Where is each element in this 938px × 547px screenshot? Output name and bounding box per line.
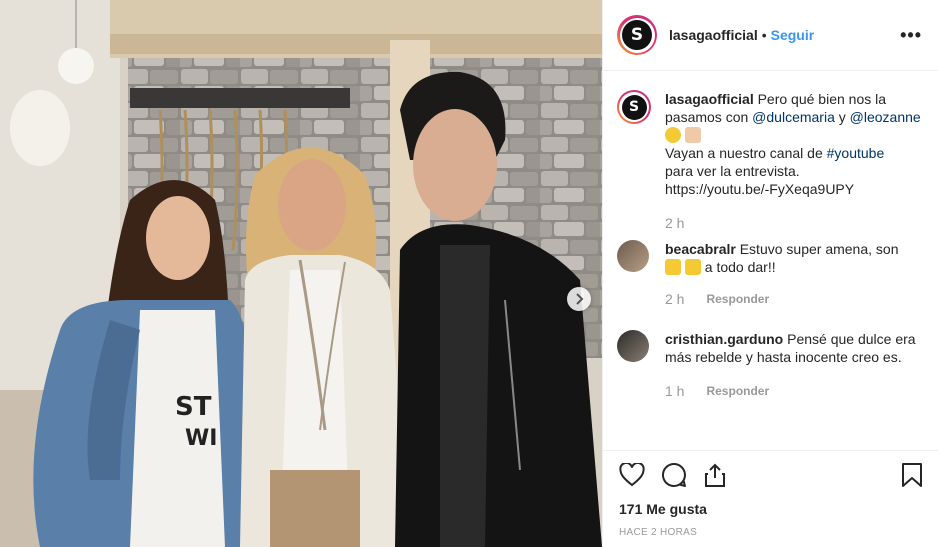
share-icon[interactable]: [703, 462, 727, 488]
caption-text: para ver la entrevista.: [665, 163, 800, 179]
caption-url[interactable]: https://youtu.be/-FyXeqa9UPY: [665, 180, 923, 198]
comment-username[interactable]: cristhian.garduno: [665, 331, 783, 347]
comment-meta: 1 h Responder: [665, 382, 923, 400]
comment-time[interactable]: 2 h: [665, 290, 684, 308]
bookmark-icon[interactable]: [901, 462, 923, 488]
mention-link[interactable]: @leozanne: [850, 109, 921, 125]
caption-username[interactable]: lasagaofficial: [665, 91, 754, 107]
comment-text: Estuvo super amena, son: [739, 241, 899, 257]
caption-text: y: [834, 109, 850, 125]
comment-text: a todo dar!!: [704, 259, 776, 275]
next-photo-button[interactable]: [567, 287, 591, 311]
caption: S lasagaofficial Pero qué bien nos la pa…: [617, 90, 923, 232]
svg-text:WI: WI: [185, 426, 217, 451]
comment-username[interactable]: beacabralr: [665, 241, 736, 257]
comment-meta: 2 h Responder: [665, 290, 898, 308]
heart-icon[interactable]: [619, 463, 645, 487]
reply-button[interactable]: Responder: [706, 382, 769, 400]
photo-image: ST WI: [0, 0, 602, 547]
comment-time[interactable]: 1 h: [665, 382, 684, 400]
post-timestamp[interactable]: HACE 2 HORAS: [619, 527, 923, 538]
comment-body: cristhian.garduno Pensé que dulce era má…: [665, 330, 923, 400]
comments-list[interactable]: S lasagaofficial Pero qué bien nos la pa…: [603, 72, 938, 450]
avatar[interactable]: [617, 240, 649, 272]
caption-text: Vayan a nuestro canal de: [665, 145, 827, 161]
follow-button[interactable]: Seguir: [771, 27, 815, 43]
chevron-right-icon: [576, 293, 584, 305]
likes-count[interactable]: 171 Me gusta: [619, 501, 923, 517]
list-item: beacabralr Estuvo super amena, son a tod…: [617, 240, 923, 308]
avatar[interactable]: S: [617, 15, 657, 55]
post-panel: S lasagaofficial • Seguir ••• S lasagaof…: [602, 0, 938, 547]
caption-time[interactable]: 2 h: [665, 214, 684, 232]
list-item: cristhian.garduno Pensé que dulce era má…: [617, 330, 923, 400]
caption-meta: 2 h: [665, 214, 923, 232]
sunglasses-emoji-icon: [665, 127, 681, 143]
reply-button[interactable]: Responder: [706, 290, 769, 308]
action-icons: [619, 461, 923, 489]
svg-text:ST: ST: [175, 392, 212, 422]
avatar-ring: S: [619, 17, 655, 53]
mention-link[interactable]: @dulcemaria: [752, 109, 835, 125]
comment-icon[interactable]: [661, 462, 687, 488]
avatar-logo: S: [622, 20, 652, 50]
post-actions: 171 Me gusta HACE 2 HORAS: [603, 450, 938, 547]
caption-avatar-logo: S: [621, 94, 647, 120]
clap-emoji-icon: [684, 259, 701, 275]
caption-avatar[interactable]: S: [617, 90, 651, 124]
avatar[interactable]: [617, 330, 649, 362]
more-options-icon[interactable]: •••: [900, 25, 922, 46]
post-photo[interactable]: ST WI: [0, 0, 602, 547]
caption-avatar-ring: S: [619, 92, 649, 122]
clap-emoji-icon: [684, 127, 701, 143]
separator-dot: •: [761, 27, 767, 43]
hashtag-link[interactable]: #youtube: [827, 145, 885, 161]
post-header: S lasagaofficial • Seguir •••: [603, 0, 938, 71]
clap-emoji-icon: [665, 259, 681, 275]
caption-body: lasagaofficial Pero qué bien nos la pasa…: [665, 90, 923, 232]
comment-body: beacabralr Estuvo super amena, son a tod…: [665, 240, 898, 308]
post-username[interactable]: lasagaofficial: [669, 27, 758, 43]
